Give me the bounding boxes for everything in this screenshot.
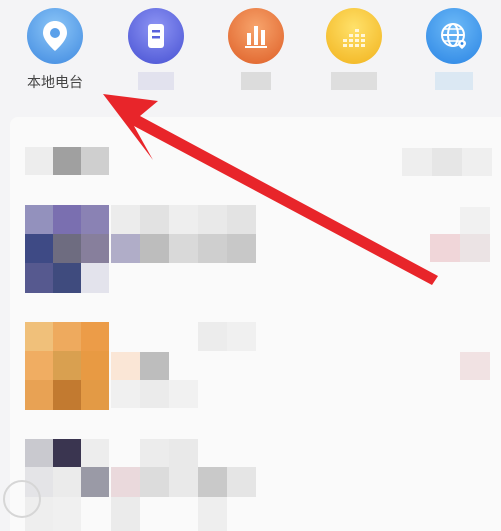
red-arrow-annotation — [103, 94, 438, 285]
arrow-shape — [103, 94, 438, 285]
